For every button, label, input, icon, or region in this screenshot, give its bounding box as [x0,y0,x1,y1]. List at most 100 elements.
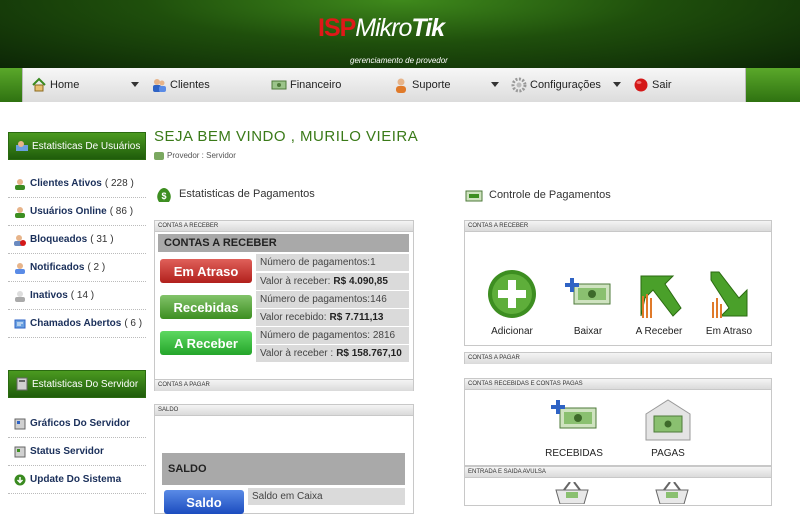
received-paid-bar: CONTAS RECEBIDAS E CONTAS PAGAS [465,379,771,390]
to-receive-control-label: A Receber [635,326,683,337]
money-add-icon [562,268,614,320]
sidebar-item-update-sistema[interactable]: Update Do Sistema [8,466,146,494]
sidebar-item-notificados[interactable]: Notificados( 2 ) [8,254,146,282]
envelope-money-icon [642,398,694,442]
basket-out-icon[interactable] [652,481,692,505]
sidebar-item-count: ( 86 ) [109,206,134,217]
nav-clientes[interactable]: Clientes [151,68,210,102]
to-receive-button[interactable]: A Receber [160,331,252,355]
user-active-icon [14,178,26,190]
sidebar-item-label: Gráficos Do Servidor [30,418,131,429]
to-receive-amount-value: R$ 158.767,10 [336,348,402,359]
svg-text:$: $ [161,191,166,201]
nav-financeiro[interactable]: Financeiro [271,68,341,102]
sidebar-server-title: Estatisticas Do Servidor [32,378,139,390]
sidebar-item-label: Status Servidor [30,446,104,457]
users-icon [151,77,167,93]
sidebar-item-count: ( 14 ) [70,290,95,301]
received-payments-button[interactable]: Recebidas [160,295,252,319]
sidebar-item-inativos[interactable]: Inativos( 14 ) [8,282,146,310]
control-payables-bar: CONTAS A PAGAR [465,353,771,364]
balance-button[interactable]: Saldo [164,490,244,514]
to-receive-amount-label: Valor à receber : [260,348,334,359]
breadcrumb: Provedor : Servidor [154,151,236,160]
main-nav: Home Clientes Financeiro Suporte Configu… [22,68,746,102]
nav-home[interactable]: Home [31,68,79,102]
to-receive-count-value: 2816 [372,330,396,341]
gear-icon [511,77,527,93]
received-amount-label: Valor recebido: [260,312,327,323]
late-count-cell: Número de pagamentos: 1 [256,254,409,271]
basket-in-icon[interactable] [552,481,592,505]
payments-control-title-text: Controle de Pagamentos [489,189,611,201]
sidebar-item-count: ( 6 ) [124,318,143,329]
to-receive-control-button[interactable]: A Receber [624,268,694,337]
settle-payment-label: Baixar [573,326,603,337]
sidebar-item-label: Update Do Sistema [30,474,122,485]
sidebar-item-count: ( 228 ) [104,178,134,189]
payables-stats-panel: CONTAS A PAGAR [154,379,414,391]
header-banner: ISPMikroTik gerenciamento de provedor [0,0,800,68]
breadcrumb-text: Provedor : Servidor [167,151,236,160]
late-count-label: Número de pagamentos: [260,257,371,268]
nav-suporte[interactable]: Suporte [393,68,451,102]
to-receive-count-cell: Número de pagamentos: 2816 [256,327,409,344]
payments-control-title: Controle de Pagamentos [464,185,611,205]
nav-clientes-label: Clientes [170,79,210,91]
users-stats-icon [16,141,28,151]
user-inactive-icon [14,290,26,302]
support-icon [393,77,409,93]
server-chart-icon [14,418,26,430]
payments-stats-title-text: Estatisticas de Pagamentos [179,188,315,200]
late-payments-button[interactable]: Em Atraso [160,259,252,283]
nav-configuracoes[interactable]: Configurações [511,68,601,102]
entries-bar: ENTRADA E SAIDA AVULSA [465,467,771,478]
sidebar-item-clientes-ativos[interactable]: Clientes Ativos( 228 ) [8,170,146,198]
nav-sair-label: Sair [652,79,672,91]
sidebar-server-header: Estatisticas Do Servidor [8,370,146,398]
logo-tik-text: Tik [411,14,445,42]
money-bag-icon: $ [157,188,171,202]
sidebar-item-label: Chamados Abertos [30,318,122,329]
app-logo: ISPMikroTik [318,14,445,44]
paid-accounts-button[interactable]: PAGAS [628,398,708,459]
nav-home-chevron-down-icon[interactable] [131,82,139,87]
nav-home-label: Home [50,79,80,91]
home-icon [31,77,47,93]
settle-payment-button[interactable]: Baixar [553,268,623,337]
control-receivables-bar: CONTAS A RECEBER [465,221,771,232]
nav-configuracoes-label: Configurações [530,79,601,91]
sidebar-item-graficos-servidor[interactable]: Gráficos Do Servidor [8,410,146,438]
received-amount-cell: Valor recebido: R$ 7.711,13 [256,309,409,326]
sidebar-item-count: ( 31 ) [90,234,114,245]
late-amount-cell: Valor à receber: R$ 4.090,85 [256,273,409,290]
sidebar-item-bloqueados[interactable]: Bloqueados( 31 ) [8,226,146,254]
sidebar-item-chamados-abertos[interactable]: Chamados Abertos( 6 ) [8,310,146,338]
received-paid-panel: CONTAS RECEBIDAS E CONTAS PAGAS [464,378,772,466]
sidebar-item-label: Usuários Online [30,206,107,217]
late-control-label: Em Atraso [705,326,753,337]
received-count-value: 146 [370,294,387,305]
late-count-value: 1 [370,257,376,268]
sidebar-users-title: Estatisticas De Usuários [32,140,141,152]
sidebar-item-label: Clientes Ativos [30,178,102,189]
server-stats-icon [16,377,28,391]
sidebar-users-header: Estatisticas De Usuários [8,132,146,160]
entries-panel: ENTRADA E SAIDA AVULSA [464,466,772,506]
nav-financeiro-label: Financeiro [290,79,342,91]
control-payables-panel: CONTAS A PAGAR [464,352,772,364]
exit-icon [633,77,649,93]
nav-sair[interactable]: Sair [633,68,672,102]
received-accounts-button[interactable]: RECEBIDAS [534,398,614,459]
sidebar-item-label: Notificados [30,262,85,273]
nav-suporte-chevron-down-icon[interactable] [491,82,499,87]
sidebar-item-status-servidor[interactable]: Status Servidor [8,438,146,466]
balance-cash-cell: Saldo em Caixa [248,488,405,505]
received-count-label: Número de pagamentos: [260,294,371,305]
add-payment-button[interactable]: Adicionar [477,268,547,337]
sidebar-item-usuarios-online[interactable]: Usuários Online( 86 ) [8,198,146,226]
nav-configuracoes-chevron-down-icon[interactable] [613,82,621,87]
late-control-button[interactable]: Em Atraso [694,268,764,337]
sidebar-item-label: Bloqueados [30,234,88,245]
to-receive-count-label: Número de pagamentos: [260,330,371,341]
